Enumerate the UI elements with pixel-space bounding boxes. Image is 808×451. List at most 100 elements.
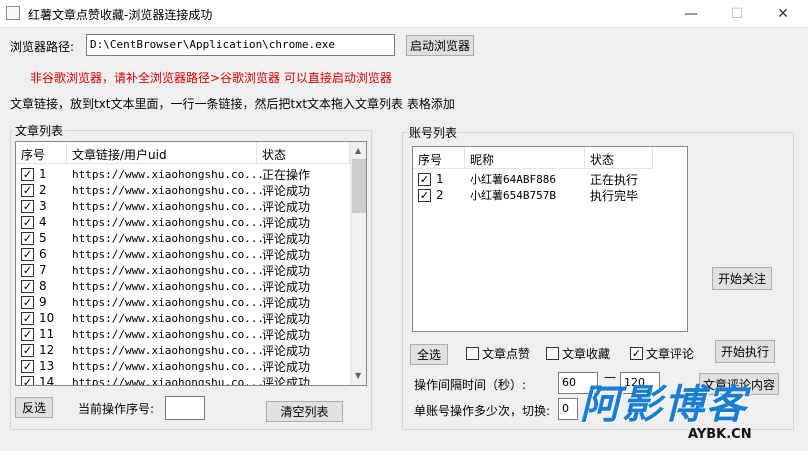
window-title: 红薯文章点赞收藏-浏览器连接成功 [28, 8, 213, 22]
row-link: https://www.xiaohongshu.co... [72, 327, 265, 341]
row-checkbox[interactable]: ✓ [21, 183, 34, 197]
account-list-header: 序号 昵称 状态 [413, 147, 653, 169]
row-number: 1 [39, 167, 47, 181]
account-row[interactable]: ✓ 1 小红薯64ABF886 正在执行 [413, 171, 653, 187]
minimize-button[interactable]: — [668, 0, 714, 28]
row-checkbox[interactable]: ✓ [21, 263, 34, 277]
article-list-table[interactable]: 序号 文章链接/用户uid 状态 ✓ 1 https://www.xiaohongs… [15, 141, 367, 386]
row-number: 6 [39, 247, 47, 261]
row-status: 评论成功 [262, 375, 311, 386]
account-row-status: 执行完毕 [590, 188, 639, 203]
article-row[interactable]: ✓ 12 https://www.xiaohongshu.co... 评论成功 [16, 342, 350, 358]
account-row-number: 2 [436, 188, 444, 202]
row-number: 9 [39, 295, 47, 309]
article-list-scrollbar[interactable]: ▲ ▼ [350, 142, 366, 385]
row-checkbox[interactable]: ✓ [21, 343, 34, 357]
article-row[interactable]: ✓ 3 https://www.xiaohongshu.co... 评论成功 [16, 198, 350, 214]
row-checkbox[interactable]: ✓ [21, 327, 34, 341]
row-status: 评论成功 [262, 183, 311, 198]
article-row[interactable]: ✓ 7 https://www.xiaohongshu.co... 评论成功 [16, 262, 350, 278]
account-list-table[interactable]: 序号 昵称 状态 ✓ 1 小红薯64ABF886 正在执行 ✓ 2 小红薯654B757B 执… [412, 146, 688, 332]
option-collect[interactable]: 文章收藏 [546, 345, 610, 362]
row-link: https://www.xiaohongshu.co... [72, 215, 265, 229]
row-link: https://www.xiaohongshu.co... [72, 247, 265, 261]
start-follow-button[interactable]: 开始关注 [712, 267, 772, 290]
launch-browser-button[interactable]: 启动浏览器 [406, 35, 474, 56]
row-status: 评论成功 [262, 231, 311, 246]
acc-col-header-status[interactable]: 状态 [585, 147, 653, 169]
article-row[interactable]: ✓ 6 https://www.xiaohongshu.co... 评论成功 [16, 246, 350, 262]
current-index-label: 当前操作序号: [78, 402, 155, 416]
row-link: https://www.xiaohongshu.co... [72, 375, 265, 386]
option-like[interactable]: 文章点赞 [466, 345, 530, 362]
row-number: 12 [39, 343, 55, 357]
select-all-button[interactable]: 全选 [410, 344, 448, 365]
start-execute-button[interactable]: 开始执行 [715, 340, 775, 363]
row-checkbox[interactable]: ✓ [21, 231, 34, 245]
row-checkbox[interactable]: ✓ [21, 247, 34, 261]
scroll-up-icon[interactable]: ▲ [355, 146, 361, 155]
article-row[interactable]: ✓ 2 https://www.xiaohongshu.co... 评论成功 [16, 182, 350, 198]
close-button[interactable]: ✕ [760, 0, 806, 28]
switch-count-input[interactable]: 0 [558, 398, 578, 420]
maximize-button[interactable]: ☐ [714, 0, 760, 28]
account-row-checkbox[interactable]: ✓ [418, 188, 431, 202]
like-checkbox-label: 文章点赞 [482, 347, 531, 361]
row-link: https://www.xiaohongshu.co... [72, 231, 265, 245]
article-row[interactable]: ✓ 10 https://www.xiaohongshu.co... 评论成功 [16, 310, 350, 326]
row-status: 评论成功 [262, 279, 311, 294]
row-checkbox[interactable]: ✓ [21, 167, 34, 181]
row-checkbox[interactable]: ✓ [21, 295, 34, 309]
account-row-nick: 小红薯654B757B [470, 189, 556, 202]
row-number: 3 [39, 199, 47, 213]
like-checkbox[interactable] [466, 347, 479, 360]
row-link: https://www.xiaohongshu.co... [72, 199, 265, 213]
row-checkbox[interactable]: ✓ [21, 215, 34, 229]
account-row-number: 1 [436, 172, 444, 186]
invert-selection-button[interactable]: 反选 [15, 397, 53, 418]
account-row-nick: 小红薯64ABF886 [470, 173, 556, 186]
article-row[interactable]: ✓ 1 https://www.xiaohongshu.co... 正在操作 [16, 166, 350, 182]
account-row[interactable]: ✓ 2 小红薯654B757B 执行完毕 [413, 187, 653, 203]
row-checkbox[interactable]: ✓ [21, 359, 34, 373]
row-number: 4 [39, 215, 47, 229]
article-row[interactable]: ✓ 13 https://www.xiaohongshu.co... 评论成功 [16, 358, 350, 374]
watermark-sub: AYBK.CN [688, 427, 752, 442]
article-row[interactable]: ✓ 11 https://www.xiaohongshu.co... 评论成功 [16, 326, 350, 342]
switch-label: 单账号操作多少次，切换: [414, 404, 551, 418]
row-checkbox[interactable]: ✓ [21, 199, 34, 213]
row-status: 评论成功 [262, 359, 311, 374]
row-checkbox[interactable]: ✓ [21, 375, 34, 385]
article-row[interactable]: ✓ 8 https://www.xiaohongshu.co... 评论成功 [16, 278, 350, 294]
account-row-checkbox[interactable]: ✓ [418, 172, 431, 186]
clear-list-button[interactable]: 清空列表 [266, 401, 343, 422]
row-number: 7 [39, 263, 47, 277]
account-row-status: 正在执行 [590, 172, 639, 187]
row-status: 评论成功 [262, 311, 311, 326]
article-row[interactable]: ✓ 5 https://www.xiaohongshu.co... 评论成功 [16, 230, 350, 246]
row-status: 评论成功 [262, 327, 311, 342]
browser-path-input[interactable]: D:\CentBrowser\Application\chrome.exe [86, 34, 395, 56]
article-list-header: 序号 文章链接/用户uid 状态 [16, 142, 350, 164]
row-link: https://www.xiaohongshu.co... [72, 343, 265, 357]
article-row[interactable]: ✓ 14 https://www.xiaohongshu.co... 评论成功 [16, 374, 350, 386]
article-row[interactable]: ✓ 4 https://www.xiaohongshu.co... 评论成功 [16, 214, 350, 230]
scroll-down-icon[interactable]: ▼ [355, 371, 361, 380]
collect-checkbox[interactable] [546, 347, 559, 360]
scroll-thumb[interactable] [352, 159, 366, 213]
acc-col-header-no[interactable]: 序号 [413, 147, 465, 169]
acc-col-header-nick[interactable]: 昵称 [465, 147, 585, 169]
article-list-title: 文章列表 [13, 122, 66, 139]
browser-path-label: 浏览器路径: [10, 40, 75, 54]
option-comment[interactable]: ✓ 文章评论 [630, 345, 694, 362]
row-number: 13 [39, 359, 55, 373]
article-row[interactable]: ✓ 9 https://www.xiaohongshu.co... 评论成功 [16, 294, 350, 310]
row-checkbox[interactable]: ✓ [21, 279, 34, 293]
current-index-input[interactable] [165, 396, 205, 420]
comment-checkbox[interactable]: ✓ [630, 347, 643, 360]
col-header-no[interactable]: 序号 [16, 142, 67, 164]
col-header-link[interactable]: 文章链接/用户uid [67, 142, 257, 164]
row-link: https://www.xiaohongshu.co... [72, 295, 265, 309]
row-checkbox[interactable]: ✓ [21, 311, 34, 325]
col-header-status[interactable]: 状态 [257, 142, 350, 164]
